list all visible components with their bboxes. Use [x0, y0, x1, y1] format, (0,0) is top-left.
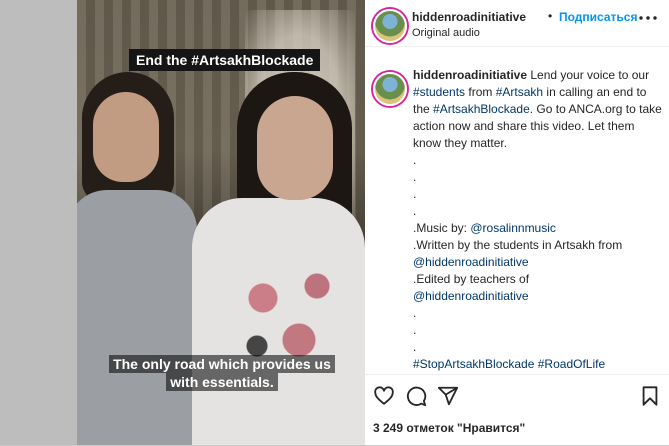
video-person-right-face	[257, 96, 333, 200]
author-avatar[interactable]	[373, 9, 407, 43]
music-label: .Music by:	[413, 221, 471, 235]
caption-dot-line: .	[413, 340, 417, 354]
hashtag-link[interactable]: #StopArtsakhBlockade	[413, 357, 534, 371]
post-header: hiddenroadinitiative • Подписаться Origi…	[365, 0, 669, 47]
caption-edited-user-line: @hiddenroadinitiative	[413, 288, 663, 305]
follow-button[interactable]: Подписаться	[559, 10, 637, 24]
hashtag-link[interactable]: #RoadOfLife	[538, 357, 605, 371]
post-details-panel: hiddenroadinitiative • Подписаться Origi…	[365, 0, 669, 445]
post-modal: End the #ArtsakhBlockade The only road w…	[77, 0, 669, 445]
caption-dot-line: .	[413, 204, 417, 218]
video-person-left-face	[93, 92, 159, 182]
caption-dot-line: .	[413, 187, 417, 201]
caption-written-line: .Written by the students in Artsakh from…	[413, 237, 663, 271]
hashtag-link[interactable]: #ArtsakhBlockade	[433, 102, 530, 116]
video-subtitle: The only road which provides us with ess…	[109, 355, 335, 391]
caption-body: hiddenroadinitiative Lend your voice to …	[413, 67, 663, 152]
hashtag-link[interactable]: #students	[413, 85, 465, 99]
post-video[interactable]: End the #ArtsakhBlockade The only road w…	[77, 0, 365, 445]
caption-dot-line: .	[413, 170, 417, 184]
mention-link[interactable]: @hiddenroadinitiative	[413, 289, 529, 303]
caption-dot-line: .	[413, 306, 417, 320]
caption-author-avatar[interactable]	[373, 72, 407, 106]
video-subtitle-text: The only road which provides us with ess…	[109, 355, 335, 391]
video-person-left-body	[77, 190, 197, 445]
hashtag-link[interactable]: #Artsakh	[496, 85, 543, 99]
video-top-caption: End the #ArtsakhBlockade	[129, 49, 321, 71]
caption-scroll-area[interactable]: hiddenroadinitiative Lend your voice to …	[365, 47, 669, 374]
comment-icon[interactable]	[405, 385, 427, 407]
caption-edited-line: .Edited by teachers of	[413, 272, 530, 286]
mention-link[interactable]: @hiddenroadinitiative	[413, 255, 529, 269]
caption-username[interactable]: hiddenroadinitiative	[413, 68, 527, 82]
caption-text-2: from	[465, 85, 496, 99]
paper-plane-icon[interactable]	[437, 385, 459, 407]
mention-link[interactable]: @rosalinnmusic	[470, 221, 556, 235]
caption-text-1: Lend your voice to our	[527, 68, 650, 82]
audio-label[interactable]: Original audio	[412, 27, 480, 39]
caption-dot-line: .	[413, 153, 417, 167]
caption-music-line: .Music by: @rosalinnmusic	[413, 220, 663, 237]
caption-dot-line: .	[413, 323, 417, 337]
bookmark-icon[interactable]	[639, 385, 661, 407]
post-actions-bar: 3 249 отметок "Нравится"	[365, 374, 669, 446]
post-caption: hiddenroadinitiative Lend your voice to …	[413, 67, 663, 373]
background-overlay	[0, 0, 77, 445]
separator-dot: •	[548, 9, 553, 23]
heart-icon[interactable]	[373, 385, 395, 407]
written-label: .Written by the students in Artsakh from	[413, 238, 623, 252]
author-username[interactable]: hiddenroadinitiative	[412, 10, 526, 24]
caption-hashtags-line: #StopArtsakhBlockade #RoadOfLife	[413, 356, 663, 373]
likes-count[interactable]: 3 249 отметок "Нравится"	[373, 421, 525, 435]
sweater-print	[227, 250, 347, 370]
more-horizontal-icon[interactable]	[637, 10, 659, 26]
